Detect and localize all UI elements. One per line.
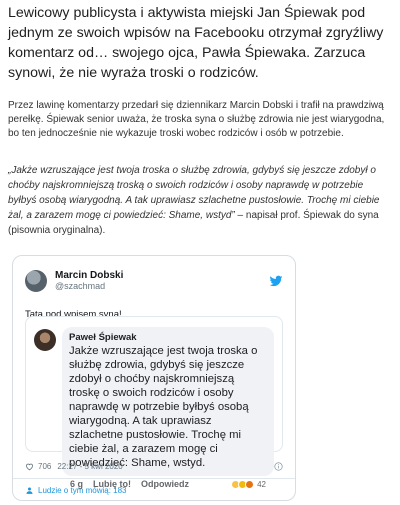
comment-text: Jakże wzruszające jest twoja troska o sł… [69,345,258,469]
author-avatar[interactable] [25,270,47,292]
tweet-footer-link[interactable]: Ludzie o tym mówią: 183 [25,486,127,495]
tweet-media-card[interactable]: Paweł Śpiewak Jakże wzruszające jest two… [25,316,283,489]
tweet-divider [13,478,295,479]
heart-icon[interactable] [25,462,34,471]
comment-bubble: Paweł Śpiewak Jakże wzruszające jest two… [62,327,274,476]
angry-reaction-icon [245,479,255,489]
article-lead: Lewicowy publicysta i aktywista miejski … [8,5,384,81]
people-icon [26,487,33,494]
reaction-count: 42 [257,479,266,489]
author-block: Marcin Dobski @szachmad [55,270,123,292]
like-count[interactable]: 706 [38,462,51,471]
embedded-tweet[interactable]: Marcin Dobski @szachmad Tata pod wpisem … [12,255,296,501]
tweet-meta: 706 22:27 - 5 kwi 2020 [25,462,123,471]
info-icon[interactable] [274,462,283,471]
facebook-comment: Paweł Śpiewak Jakże wzruszające jest two… [34,327,274,476]
article-page: Lewicowy publicysta i aktywista miejski … [0,0,400,505]
people-talking-link[interactable]: Ludzie o tym mówią: 183 [38,486,127,495]
tweet-timestamp[interactable]: 22:27 - 5 kwi 2020 [57,462,122,471]
reactions: 42 [231,479,276,489]
author-name[interactable]: Marcin Dobski [55,270,123,281]
article-paragraph: Przez lawinę komentarzy przedarł się dzi… [8,100,385,139]
commenter-name: Paweł Śpiewak [69,332,137,343]
tweet-header: Marcin Dobski @szachmad [25,266,283,296]
article-quote: „Jakże wzruszające jest twoja troska o s… [8,163,394,238]
reply-action: Odpowiedz [141,479,190,489]
twitter-bird-icon[interactable] [269,274,283,288]
commenter-avatar [34,329,56,351]
author-handle[interactable]: @szachmad [55,281,123,292]
